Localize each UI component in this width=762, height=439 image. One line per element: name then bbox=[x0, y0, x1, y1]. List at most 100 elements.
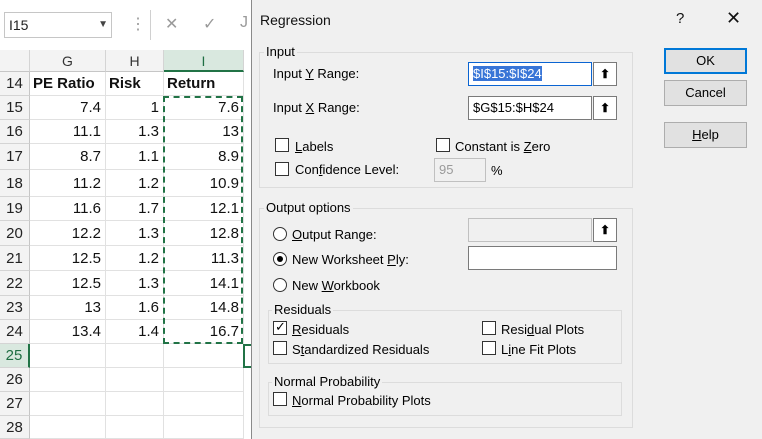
x-range-collapse-icon[interactable]: ⬆ bbox=[593, 96, 617, 120]
cell-i26[interactable] bbox=[164, 368, 244, 392]
input-y-range-label: Input Y Range: bbox=[273, 66, 360, 81]
function-icon[interactable]: J bbox=[240, 14, 248, 32]
row-header-17[interactable]: 17 bbox=[0, 144, 30, 170]
cell-i23[interactable]: 14.8 bbox=[164, 296, 244, 320]
cell-h18[interactable]: 1.2 bbox=[106, 170, 164, 197]
cell-h25[interactable] bbox=[106, 344, 164, 368]
standardized-residuals-checkbox[interactable] bbox=[273, 341, 287, 355]
name-box-dropdown-icon[interactable]: ▼ bbox=[98, 13, 108, 37]
cell-i27[interactable] bbox=[164, 392, 244, 416]
row-header-20[interactable]: 20 bbox=[0, 221, 30, 246]
cell-g25[interactable] bbox=[30, 344, 106, 368]
residual-plots-checkbox[interactable] bbox=[482, 321, 496, 335]
new-worksheet-ply-radio[interactable] bbox=[273, 252, 287, 266]
cell-h15[interactable]: 1 bbox=[106, 96, 164, 120]
residuals-label: Residuals bbox=[292, 322, 350, 337]
cell-h24[interactable]: 1.4 bbox=[106, 320, 164, 344]
new-workbook-radio[interactable] bbox=[273, 278, 287, 292]
name-box[interactable]: I15 ▼ bbox=[4, 12, 112, 38]
cell-h22[interactable]: 1.3 bbox=[106, 271, 164, 296]
cell-g26[interactable] bbox=[30, 368, 106, 392]
cancel-button[interactable]: Cancel bbox=[664, 80, 747, 106]
residuals-checkbox[interactable]: ✓ bbox=[273, 319, 287, 335]
cell-i16[interactable]: 13 bbox=[164, 120, 244, 144]
cell-i21[interactable]: 11.3 bbox=[164, 246, 244, 271]
row-header-22[interactable]: 22 bbox=[0, 271, 30, 296]
output-range-field[interactable] bbox=[468, 218, 592, 242]
cell-g19[interactable]: 11.6 bbox=[30, 197, 106, 221]
cell-i17[interactable]: 8.9 bbox=[164, 144, 244, 170]
cell-g17[interactable]: 8.7 bbox=[30, 144, 106, 170]
row-header-23[interactable]: 23 bbox=[0, 296, 30, 320]
cell-g18[interactable]: 11.2 bbox=[30, 170, 106, 197]
row-header-16[interactable]: 16 bbox=[0, 120, 30, 144]
row-header-26[interactable]: 26 bbox=[0, 368, 30, 392]
output-range-collapse-icon[interactable]: ⬆ bbox=[593, 218, 617, 242]
cell-g28[interactable] bbox=[30, 416, 106, 439]
cell-h17[interactable]: 1.1 bbox=[106, 144, 164, 170]
column-header-g[interactable]: G bbox=[30, 50, 106, 72]
cell-h19[interactable]: 1.7 bbox=[106, 197, 164, 221]
confidence-level-field[interactable]: 95 bbox=[434, 158, 486, 182]
normal-probability-plots-checkbox[interactable] bbox=[273, 392, 287, 406]
row-header-27[interactable]: 27 bbox=[0, 392, 30, 416]
confidence-level-checkbox[interactable] bbox=[275, 162, 289, 176]
cell-i28[interactable] bbox=[164, 416, 244, 439]
row-header-24[interactable]: 24 bbox=[0, 320, 30, 344]
cell-g27[interactable] bbox=[30, 392, 106, 416]
name-box-value: I15 bbox=[9, 17, 29, 33]
header-cell-i[interactable]: Return bbox=[164, 72, 244, 96]
line-fit-plots-checkbox[interactable] bbox=[482, 341, 496, 355]
normal-probability-group-label: Normal Probability bbox=[272, 374, 383, 389]
corner-select-all[interactable] bbox=[0, 50, 30, 72]
ok-button[interactable]: OK bbox=[664, 48, 747, 74]
row-header-25[interactable]: 25 bbox=[0, 344, 30, 368]
cell-i24[interactable]: 16.7 bbox=[164, 320, 244, 344]
cell-i19[interactable]: 12.1 bbox=[164, 197, 244, 221]
constant-is-zero-checkbox[interactable] bbox=[436, 138, 450, 152]
cell-h27[interactable] bbox=[106, 392, 164, 416]
cell-h21[interactable]: 1.2 bbox=[106, 246, 164, 271]
new-worksheet-ply-field[interactable] bbox=[468, 246, 617, 270]
row-header-28[interactable]: 28 bbox=[0, 416, 30, 439]
cell-i22[interactable]: 14.1 bbox=[164, 271, 244, 296]
cell-g22[interactable]: 12.5 bbox=[30, 271, 106, 296]
cell-h23[interactable]: 1.6 bbox=[106, 296, 164, 320]
cell-h28[interactable] bbox=[106, 416, 164, 439]
cell-h26[interactable] bbox=[106, 368, 164, 392]
column-header-h[interactable]: H bbox=[106, 50, 164, 72]
cell-i20[interactable]: 12.8 bbox=[164, 221, 244, 246]
row-header-15[interactable]: 15 bbox=[0, 96, 30, 120]
enter-icon[interactable]: ✓ bbox=[203, 14, 216, 34]
cell-g16[interactable]: 11.1 bbox=[30, 120, 106, 144]
more-options-icon[interactable]: ⋮ bbox=[130, 14, 146, 34]
cell-h16[interactable]: 1.3 bbox=[106, 120, 164, 144]
close-icon[interactable]: ✕ bbox=[726, 8, 741, 29]
row-header-21[interactable]: 21 bbox=[0, 246, 30, 271]
header-cell-h[interactable]: Risk bbox=[106, 72, 164, 96]
formula-bar-separator bbox=[150, 10, 151, 40]
cell-i15[interactable]: 7.6 bbox=[164, 96, 244, 120]
labels-checkbox[interactable] bbox=[275, 138, 289, 152]
dialog-title: Regression bbox=[260, 12, 331, 28]
cell-i18[interactable]: 10.9 bbox=[164, 170, 244, 197]
cancel-icon[interactable]: ✕ bbox=[165, 14, 178, 34]
cell-g21[interactable]: 12.5 bbox=[30, 246, 106, 271]
output-range-radio[interactable] bbox=[273, 227, 287, 241]
row-header-14[interactable]: 14 bbox=[0, 72, 30, 96]
cell-g23[interactable]: 13 bbox=[30, 296, 106, 320]
input-y-range-field[interactable]: $I$15:$I$24 bbox=[468, 62, 592, 86]
input-x-range-field[interactable]: $G$15:$H$24 bbox=[468, 96, 592, 120]
help-icon[interactable]: ? bbox=[676, 10, 684, 27]
row-header-18[interactable]: 18 bbox=[0, 170, 30, 197]
help-button[interactable]: Help bbox=[664, 122, 747, 148]
cell-g24[interactable]: 13.4 bbox=[30, 320, 106, 344]
y-range-collapse-icon[interactable]: ⬆ bbox=[593, 62, 617, 86]
cell-g15[interactable]: 7.4 bbox=[30, 96, 106, 120]
cell-i25[interactable] bbox=[164, 344, 244, 368]
header-cell-g[interactable]: PE Ratio bbox=[30, 72, 106, 96]
row-header-19[interactable]: 19 bbox=[0, 197, 30, 221]
cell-g20[interactable]: 12.2 bbox=[30, 221, 106, 246]
column-header-i[interactable]: I bbox=[164, 50, 244, 72]
cell-h20[interactable]: 1.3 bbox=[106, 221, 164, 246]
